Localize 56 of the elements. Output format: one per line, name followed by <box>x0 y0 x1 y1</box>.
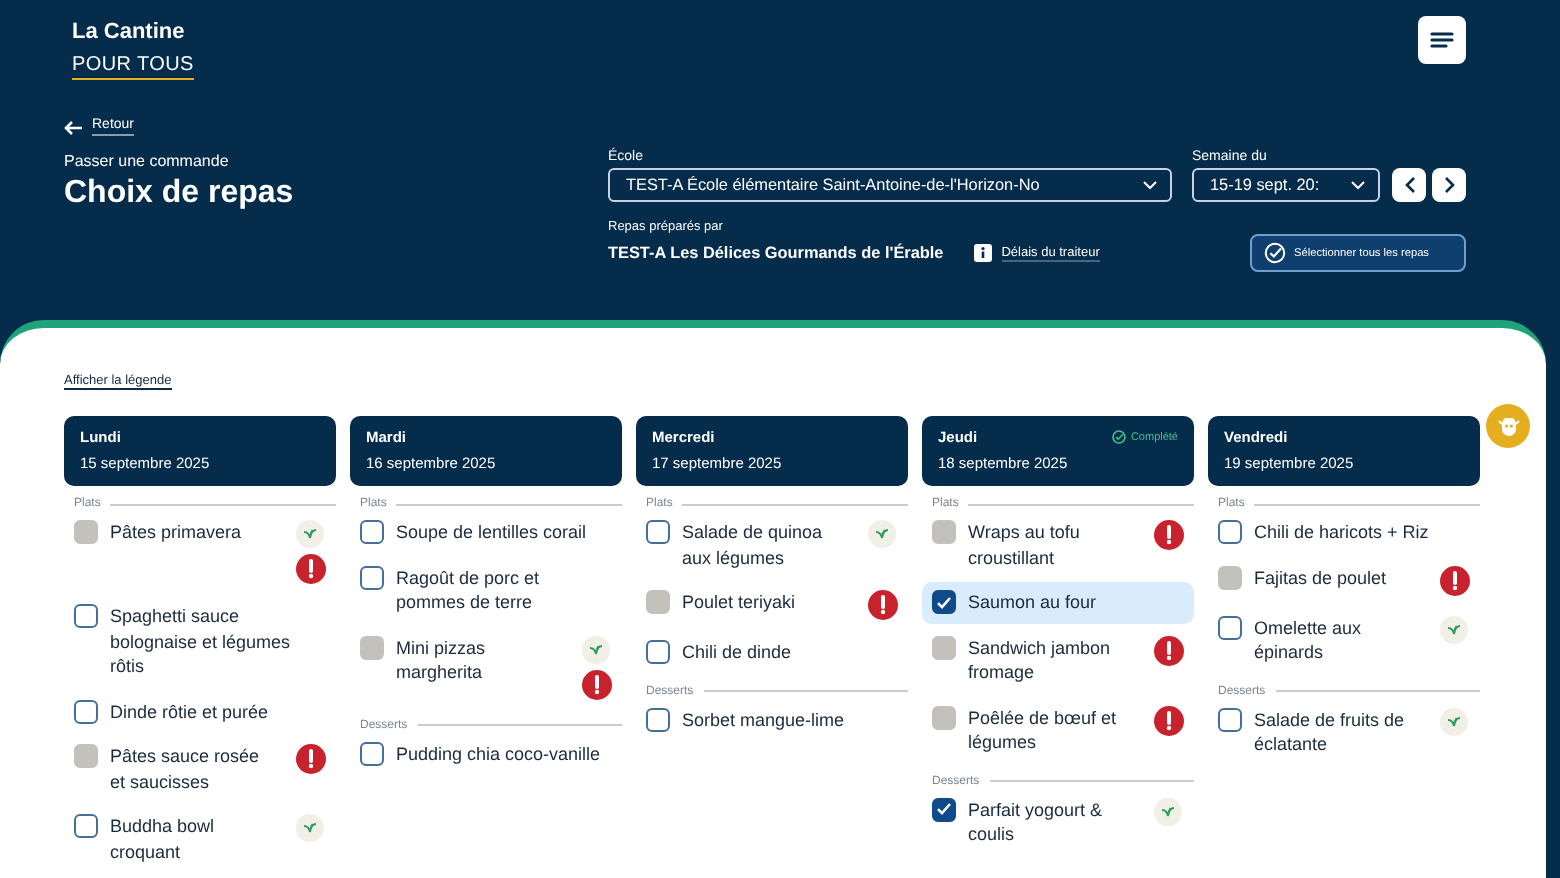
check-icon <box>1112 430 1127 444</box>
meal-name: Buddha bowl croquant <box>110 814 217 864</box>
chevron-down-icon <box>1350 180 1366 190</box>
logo-text: POUR TOUS <box>72 54 194 80</box>
meal-checkbox[interactable] <box>74 604 98 628</box>
meal-name: Mini pizzas margherita <box>396 635 488 685</box>
meal-name: Wraps au tofu croustillant <box>968 520 1082 570</box>
meal-name: Salade de fruits de éclatante <box>1254 707 1407 757</box>
meal-checkbox[interactable] <box>74 814 98 838</box>
next-week-button[interactable] <box>1432 168 1466 202</box>
menu-button[interactable] <box>1418 16 1466 64</box>
logo-text: La Cantine <box>72 20 187 44</box>
meal-name: Dinde rôtie et purée <box>110 699 271 724</box>
meal-name: Saumon au four <box>968 590 1099 615</box>
back-arrow-icon <box>64 119 84 135</box>
previous-week-button[interactable] <box>1392 168 1426 202</box>
meal-checkbox[interactable] <box>646 520 670 544</box>
chevron-down-icon <box>1142 180 1158 190</box>
check-circle-icon <box>1264 242 1286 264</box>
meal-name: Poêlée de bœuf et légumes <box>968 705 1119 755</box>
meal-name: Salade de quinoa aux légumes <box>682 520 825 570</box>
school-select[interactable]: TEST-A École élémentaire Saint-Antoine-de-l'Horizon-No <box>608 168 1172 202</box>
meal-checkbox[interactable] <box>74 699 98 723</box>
chevron-left-icon <box>1403 176 1415 194</box>
meal-checkbox[interactable] <box>932 797 956 821</box>
meal-name: Pâtes primavera <box>110 520 244 545</box>
meal-name: Spaghetti sauce bolognaise et légumes rôtis <box>110 604 293 679</box>
week-select[interactable]: 15-19 sept. 20: <box>1192 168 1380 202</box>
meal-name: Sandwich jambon fromage <box>968 635 1113 685</box>
page-subtitle: Passer une commande <box>64 152 231 170</box>
info-icon <box>973 244 992 262</box>
meal-name: Fajitas de poulet <box>1254 565 1389 590</box>
meal-checkbox[interactable] <box>932 590 956 614</box>
meal-checkbox[interactable] <box>646 707 670 731</box>
meal-name: Parfait yogourt & coulis <box>968 797 1105 847</box>
meal-name: Soupe de lentilles corail <box>396 520 589 545</box>
caterer-name: TEST-A Les Délices Gourmands de l'Érable <box>608 244 944 262</box>
meal-name: Ragoût de porc et pommes de terre <box>396 565 542 615</box>
meal-name: Pâtes sauce rosée et saucisses <box>110 744 262 794</box>
selected-meal-row[interactable]: Saumon au four <box>922 582 1194 623</box>
meal-checkbox[interactable] <box>360 741 384 765</box>
meal-name: Chili de dinde <box>682 640 794 665</box>
page-title: Choix de repas <box>64 176 296 212</box>
meal-checkbox[interactable] <box>1218 520 1242 544</box>
meal-name: Omelette aux épinards <box>1254 615 1364 665</box>
meal-name: Poulet teriyaki <box>682 590 798 615</box>
meal-checkbox[interactable] <box>646 640 670 664</box>
meal-checkbox[interactable] <box>1218 615 1242 639</box>
meal-checkbox[interactable] <box>360 520 384 544</box>
meal-name: Sorbet mangue-lime <box>682 707 847 732</box>
meal-checkbox[interactable] <box>360 565 384 589</box>
meal-checkbox[interactable] <box>1218 707 1242 731</box>
chevron-right-icon <box>1443 176 1455 194</box>
menu-icon <box>1430 30 1454 50</box>
meal-name: Chili de haricots + Riz <box>1254 520 1431 545</box>
meal-name: Pudding chia coco-vanille <box>396 741 603 766</box>
